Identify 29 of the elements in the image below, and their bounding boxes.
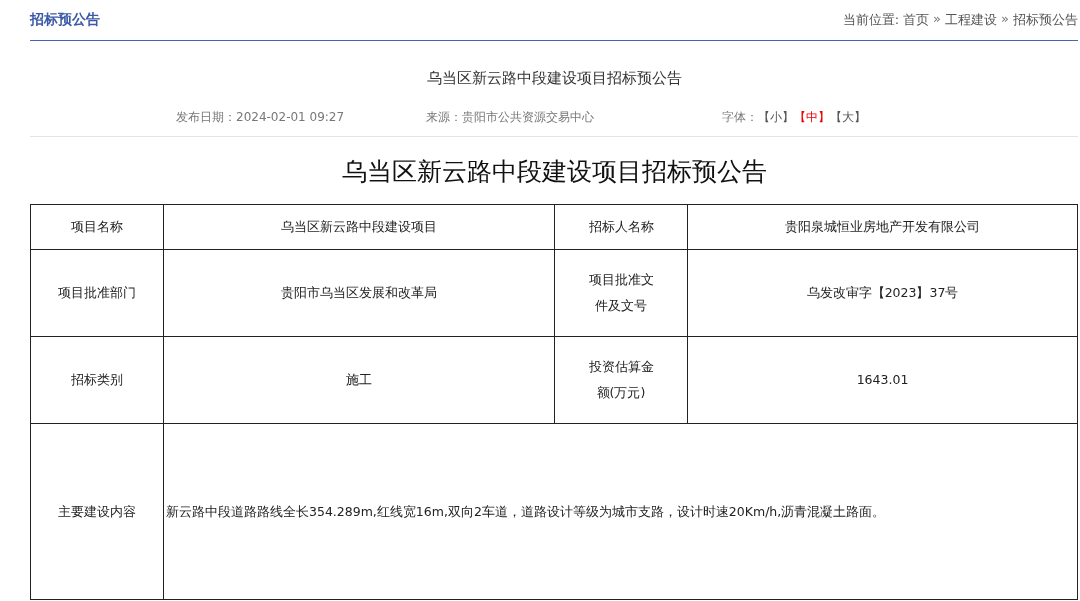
field-label-cell: 招标人名称 xyxy=(554,204,688,250)
field-value-cell: 1643.01 xyxy=(687,336,1078,424)
article-title: 乌当区新云路中段建设项目招标预公告 xyxy=(426,69,682,87)
breadcrumb-link[interactable]: 招标预公告 xyxy=(1013,11,1078,29)
publish-date: 发布日期：2024-02-01 09:27 xyxy=(176,109,345,126)
field-label-cell: 项目批准文件及文号 xyxy=(554,249,688,337)
font-size-option[interactable]: 【大】 xyxy=(830,109,867,127)
breadcrumb-separator: » xyxy=(1001,11,1009,28)
breadcrumb-label: 当前位置: xyxy=(842,11,900,29)
notice-heading: 乌当区新云路中段建设项目招标预公告 xyxy=(341,157,767,186)
font-size-option[interactable]: 【中】 xyxy=(794,109,831,127)
field-label-cell: 主要建设内容 xyxy=(30,423,164,600)
breadcrumb-separator: » xyxy=(933,11,942,28)
field-value-cell: 乌发改审字【2023】37号 xyxy=(687,249,1078,337)
field-label-cell: 项目批准部门 xyxy=(30,249,164,337)
field-label-cell: 项目名称 xyxy=(30,204,164,250)
breadcrumb-link[interactable]: 工程建设 xyxy=(945,11,998,29)
field-label-cell: 投资估算金额(万元) xyxy=(554,336,688,424)
section-title: 招标预公告 xyxy=(30,11,100,29)
font-size-option[interactable]: 【小】 xyxy=(758,109,795,127)
field-value-cell: 贵阳泉城恒业房地产开发有限公司 xyxy=(687,204,1078,250)
breadcrumb-link[interactable]: 首页 xyxy=(903,11,930,29)
field-value-cell: 施工 xyxy=(163,336,555,424)
field-label-cell: 招标类别 xyxy=(30,336,164,424)
field-value-cell: 乌当区新云路中段建设项目 xyxy=(163,204,555,250)
font-size-label: 字体： xyxy=(722,109,759,126)
source-label: 来源：贵阳市公共资源交易中心 xyxy=(426,109,595,126)
field-value-cell: 贵阳市乌当区发展和改革局 xyxy=(163,249,555,337)
field-value-cell: 新云路中段道路路线全长354.289m,红线宽16m,双向2车道，道路设计等级为城市支路，设计时速20Km/h,沥青混凝土路面。 xyxy=(163,423,1078,600)
